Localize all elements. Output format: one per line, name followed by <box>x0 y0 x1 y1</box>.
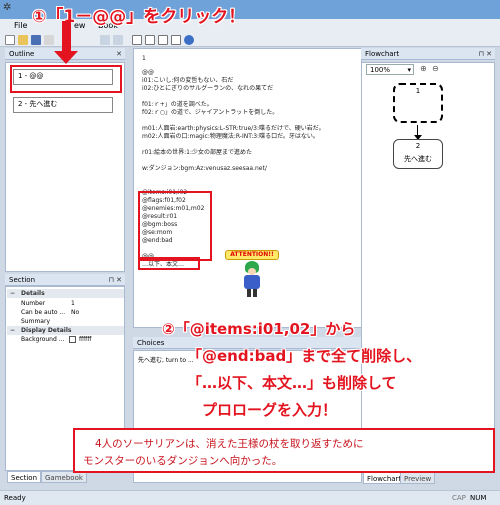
zoom-in-icon[interactable]: ⊕ <box>420 64 427 73</box>
choices-title: Choices <box>137 339 165 347</box>
chevron-down-icon: ▾ <box>407 66 411 74</box>
outline-title: Outline <box>9 50 35 58</box>
editor-line: r01:絵本の世界:1:少女の部屋まで進めた <box>142 149 252 156</box>
outline-panel: 1 - @@ 2 - 先へ進む <box>5 62 125 272</box>
editor-line: m02:人面岩の口:magic:物理魔法:R-INT:3:喋る口だ。牙はない。 <box>142 133 319 140</box>
open-folder-icon[interactable] <box>18 35 28 45</box>
flow-node-number: 1 <box>415 87 421 95</box>
property-name: Summary <box>21 318 50 325</box>
collapse-icon[interactable]: − <box>10 289 15 298</box>
redo-icon[interactable] <box>113 35 123 45</box>
attention-badge: ATTENTION!! <box>225 250 279 260</box>
property-row[interactable]: Background ... ffffff <box>7 335 124 344</box>
outline-node-label: 2 - 先へ進む <box>18 100 58 108</box>
step2-line4: プロローグを入力！ <box>202 401 338 419</box>
outline-node-2[interactable]: 2 - 先へ進む <box>13 97 113 113</box>
toolbar <box>0 33 500 47</box>
property-row[interactable]: Summary <box>7 317 124 326</box>
property-row[interactable]: Can be auto ... No <box>7 308 124 317</box>
highlight-outline-node <box>10 65 122 93</box>
arrow-shaft <box>62 21 71 53</box>
highlight-body-placeholder <box>138 257 200 270</box>
step2-line1: ②「@items:i01,02」から <box>162 320 356 338</box>
prologue-line2: モンスターのいるダンジョンへ向かった。 <box>83 455 283 467</box>
caps-indicator: CAP <box>452 494 466 502</box>
property-name: Can be auto ... <box>21 309 66 316</box>
tab-flowchart[interactable]: Flowchart <box>363 472 406 484</box>
zoom-out-icon[interactable]: ⊖ <box>432 64 439 73</box>
editor-line: f02:ｒ○」の道で、ジャイアントラットを倒した。 <box>142 109 279 116</box>
close-icon[interactable]: ⊓ ✕ <box>478 48 492 60</box>
category-label: Display Details <box>21 327 72 334</box>
prologue-box: 4人のソーサリアンは、消えた王様の杖を取り返すために モンスターのいるダンジョン… <box>73 428 495 473</box>
editor-line: i02:ひとにぎりのサルグーランの、なれの果てだ <box>142 85 274 92</box>
zoom-value: 100% <box>370 66 391 74</box>
menu-file[interactable]: File <box>14 21 27 30</box>
property-value[interactable]: ffffff <box>79 335 91 344</box>
new-file-icon[interactable] <box>5 35 15 45</box>
flow-node-1[interactable]: 1 <box>393 83 443 123</box>
mascot-character <box>240 261 264 303</box>
editor-line: f01:ｒ+」の道を調べた。 <box>142 101 213 108</box>
editor-line: @@ <box>142 69 154 76</box>
section-number: 1 <box>142 55 146 62</box>
status-text: Ready <box>4 494 26 502</box>
color-swatch[interactable] <box>69 336 76 343</box>
step2-line2: 「@end:bad」まで全て削除し、 <box>187 347 422 365</box>
flow-node-label: 先へ進む <box>404 155 432 163</box>
collapse-icon[interactable]: − <box>10 326 15 335</box>
flow-node-number: 2 <box>415 142 421 150</box>
link-icon[interactable] <box>158 35 168 45</box>
status-bar: Ready CAP NUM <box>0 490 500 505</box>
arrow-down-icon <box>54 51 78 64</box>
cut-icon[interactable] <box>44 35 54 45</box>
step2-line3: 「…以下、本文…」も削除して <box>187 374 397 392</box>
property-name: Background ... <box>21 336 65 343</box>
editor-line: m01:人面岩:earth:physics:L-STR:true/3:喋るだけで… <box>142 125 325 132</box>
highlight-commands <box>138 191 212 261</box>
app-icon: ✲ <box>3 2 12 13</box>
undo-icon[interactable] <box>100 35 110 45</box>
tab-section[interactable]: Section <box>7 471 42 483</box>
pin-icon[interactable]: ⊓ ✕ <box>108 274 122 286</box>
choice-item[interactable]: 先へ進む, turn to ... <box>138 355 194 364</box>
property-row[interactable]: Number 1 <box>7 299 124 308</box>
flowchart-header: Flowchart ⊓ ✕ <box>361 48 495 60</box>
zoom-select[interactable]: 100% ▾ <box>366 64 414 75</box>
prologue-line1: 4人のソーサリアンは、消えた王様の杖を取り返すために <box>95 438 364 450</box>
add-choice-icon[interactable] <box>145 35 155 45</box>
property-category[interactable]: − Details <box>7 289 124 298</box>
property-name: Number <box>21 300 46 307</box>
editor-line: w:ダンジョン:bgm:Az:venusaz.seesaa.net/ <box>142 165 267 172</box>
flowchart-title: Flowchart <box>365 50 400 58</box>
section-title: Section <box>9 276 36 284</box>
view-icon[interactable] <box>171 35 181 45</box>
section-header: Section ⊓ ✕ <box>5 274 125 286</box>
tab-preview[interactable]: Preview <box>400 472 436 484</box>
editor-line: i01:こいし:何の変哲もない、石だ <box>142 77 234 84</box>
property-value[interactable]: No <box>71 308 79 317</box>
property-value[interactable]: 1 <box>71 299 75 308</box>
category-label: Details <box>21 290 45 297</box>
flowchart-canvas[interactable]: 1 2 先へ進む <box>361 62 495 472</box>
num-indicator: NUM <box>470 494 487 502</box>
flowchart-tabs: Flowchart Preview <box>361 472 495 484</box>
property-category[interactable]: − Display Details <box>7 326 124 335</box>
attention-text: ATTENTION!! <box>230 251 274 258</box>
flow-node-2[interactable]: 2 先へ進む <box>393 139 443 169</box>
save-icon[interactable] <box>31 35 41 45</box>
add-section-icon[interactable] <box>132 35 142 45</box>
close-icon[interactable]: ✕ <box>116 48 122 60</box>
help-icon[interactable] <box>184 35 194 45</box>
